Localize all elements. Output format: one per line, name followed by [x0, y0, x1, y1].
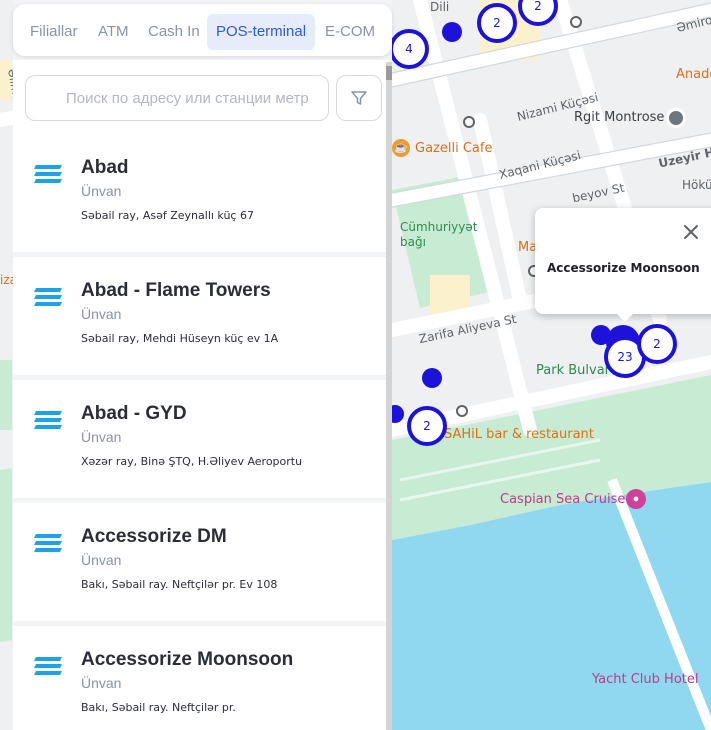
bank-logo-icon	[34, 534, 62, 552]
item-label: Ünvan	[81, 675, 122, 691]
item-title: Abad - Flame Towers	[81, 280, 271, 301]
bank-logo-icon	[34, 411, 62, 429]
map-cluster[interactable]: 2	[407, 406, 447, 446]
close-icon[interactable]	[681, 222, 701, 242]
popup-title: Accessorize Moonsoon	[547, 261, 700, 275]
poi-gazelli-cafe[interactable]: Gazelli Cafe	[415, 141, 492, 156]
tab-e-com[interactable]: E-COM	[316, 14, 384, 50]
item-address: Səbail ray, Asəf Zeynallı küç 67	[81, 209, 254, 222]
map-popup: Accessorize Moonsoon	[535, 208, 711, 322]
poi-yacht-club[interactable]: Yacht Club Hotel	[592, 672, 698, 687]
item-title: Abad	[81, 157, 129, 178]
list-item[interactable]: Accessorize Moonsoon Ünvan Bakı, Səbail …	[13, 626, 386, 730]
side-panel: Filiallar ATM Cash In POS-terminal E-COM…	[13, 0, 392, 730]
place-pin-icon	[666, 108, 686, 128]
poi-dili: Dili	[430, 0, 450, 14]
poi-rgit-montrose[interactable]: Rgit Montrose	[574, 110, 664, 125]
poi-cumhuriyyet[interactable]: Cümhuriyyət bağı	[400, 220, 477, 250]
tab-cash-in[interactable]: Cash In	[139, 14, 209, 50]
item-label: Ünvan	[81, 429, 122, 445]
popup-pointer	[615, 312, 635, 322]
item-title: Accessorize DM	[81, 526, 227, 547]
street-label-hoku: Hökü	[682, 178, 711, 192]
scrollbar-thumb[interactable]	[386, 66, 392, 80]
bank-logo-icon	[34, 657, 62, 675]
item-address: Səbail ray, Mehdi Hüseyn küç ev 1A	[81, 332, 279, 345]
item-address: Bakı, Səbail ray. Neftçilər pr. Ev 108	[81, 578, 278, 591]
tab-bar: Filiallar ATM Cash In POS-terminal E-COM	[13, 4, 392, 56]
filter-icon	[351, 91, 367, 105]
list-item[interactable]: Abad - Flame Towers Ünvan Səbail ray, Me…	[13, 257, 386, 375]
map-cluster[interactable]: 2	[637, 324, 677, 364]
camera-icon: ●	[626, 489, 646, 509]
bus-stop-icon	[570, 16, 582, 28]
poi-park-bulvar[interactable]: Park Bulvar	[536, 363, 610, 378]
map-cluster[interactable]: 2	[477, 3, 517, 43]
search-input[interactable]	[25, 75, 329, 121]
list-item[interactable]: Accessorize DM Ünvan Bakı, Səbail ray. N…	[13, 503, 386, 621]
map-cluster[interactable]: 4	[389, 29, 429, 69]
tab-pos-terminal[interactable]: POS-terminal	[207, 14, 316, 50]
filter-button[interactable]	[336, 75, 382, 121]
list-scrollbar[interactable]	[386, 62, 392, 730]
map-marker[interactable]	[422, 368, 442, 388]
tab-atm[interactable]: ATM	[89, 14, 138, 50]
item-label: Ünvan	[81, 306, 122, 322]
item-title: Accessorize Moonsoon	[81, 649, 294, 670]
bank-logo-icon	[34, 165, 62, 183]
item-address: Xəzər ray, Binə ŞTQ, H.Əliyev Aeroportu	[81, 455, 303, 468]
item-address: Bakı, Səbail ray. Neftçilər pr.	[81, 701, 236, 714]
poi-sahil[interactable]: SAHiL bar & restaurant	[444, 427, 594, 442]
bus-stop-icon	[456, 405, 468, 417]
item-title: Abad - GYD	[81, 403, 187, 424]
poi-caspian-cruise[interactable]: Caspian Sea Cruise	[500, 492, 625, 507]
item-label: Ünvan	[81, 183, 122, 199]
tab-filiallar[interactable]: Filiallar	[21, 14, 87, 50]
list-item[interactable]: Abad Ünvan Səbail ray, Asəf Zeynallı küç…	[13, 134, 386, 252]
bus-stop-icon	[463, 116, 475, 128]
list-item[interactable]: Abad - GYD Ünvan Xəzər ray, Binə ŞTQ, H.…	[13, 380, 386, 498]
item-label: Ünvan	[81, 552, 122, 568]
poi-anado[interactable]: Anado	[676, 67, 711, 82]
search-bar	[13, 60, 389, 134]
cafe-icon: ☕	[392, 139, 410, 157]
map-marker[interactable]	[442, 22, 462, 42]
bank-logo-icon	[34, 288, 62, 306]
